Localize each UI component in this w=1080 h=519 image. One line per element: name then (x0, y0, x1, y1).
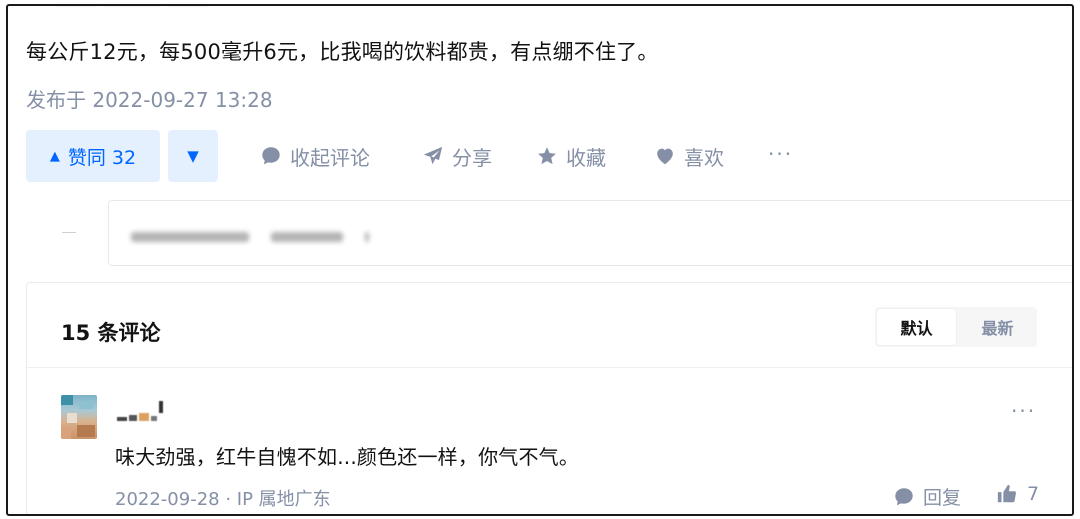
comment-ip-location: · IP 属地广东 (225, 489, 331, 510)
reply-label: 回复 (923, 487, 962, 509)
publish-time: 发布于 2022-09-27 13:28 (26, 88, 273, 112)
divider (62, 232, 76, 233)
collapse-comments-button[interactable]: 收起评论 (260, 130, 370, 182)
comments-panel: 15 条评论 默认 最新 ··· 味大劲强，红牛自愧不如...颜色还一样，你气不… (26, 282, 1072, 514)
favorite-button[interactable]: 收藏 (536, 130, 606, 182)
reply-button[interactable]: 回复 (893, 483, 961, 510)
comment-date: 2022-09-28 (115, 489, 220, 510)
comment-more-button[interactable]: ··· (1011, 399, 1036, 423)
divider (27, 367, 1072, 368)
downvote-button[interactable]: ▼ (168, 130, 218, 182)
sort-newest-tab[interactable]: 最新 (958, 307, 1037, 347)
sort-default-tab[interactable]: 默认 (877, 309, 956, 345)
paper-plane-icon (423, 146, 443, 165)
heart-icon (657, 148, 673, 165)
comment-input-placeholder-blurred (131, 227, 391, 242)
comment-meta: 2022-09-28 · IP 属地广东 (115, 485, 331, 511)
comment-input-box[interactable] (108, 200, 1072, 266)
comment-icon (262, 147, 280, 165)
comment-like-button[interactable]: 7 (995, 483, 1039, 505)
sort-toggle: 默认 最新 (875, 307, 1037, 347)
share-label: 分享 (452, 145, 492, 170)
username-blurred[interactable] (117, 401, 165, 421)
cropped-header-text (56, 6, 226, 12)
share-button[interactable]: 分享 (422, 130, 492, 182)
comments-count-title: 15 条评论 (61, 321, 161, 345)
more-options-button[interactable]: ··· (768, 142, 793, 166)
answer-card: 每公斤12元，每500毫升6元，比我喝的饮料都贵，有点绷不住了。 发布于 202… (6, 4, 1074, 516)
action-bar: ▲ 赞同 32 ▼ 收起评论 分享 收藏 喜欢 ··· (26, 130, 1026, 182)
upvote-label: 赞同 32 (67, 146, 137, 169)
triangle-down-icon: ▼ (187, 147, 199, 165)
avatar[interactable] (61, 395, 97, 439)
star-icon (538, 147, 556, 165)
like-button[interactable]: 喜欢 (654, 130, 724, 182)
comment-text: 味大劲强，红牛自愧不如...颜色还一样，你气不气。 (115, 445, 580, 469)
comment-icon (895, 487, 913, 505)
favorite-label: 收藏 (566, 145, 606, 170)
like-label: 喜欢 (684, 145, 724, 170)
triangle-up-icon: ▲ (49, 148, 60, 164)
comment-like-count: 7 (1027, 483, 1040, 505)
answer-content: 每公斤12元，每500毫升6元，比我喝的饮料都贵，有点绷不住了。 (26, 40, 659, 64)
collapse-comments-label: 收起评论 (290, 145, 370, 170)
thumbs-up-icon (997, 484, 1017, 503)
upvote-button[interactable]: ▲ 赞同 32 (26, 130, 160, 182)
